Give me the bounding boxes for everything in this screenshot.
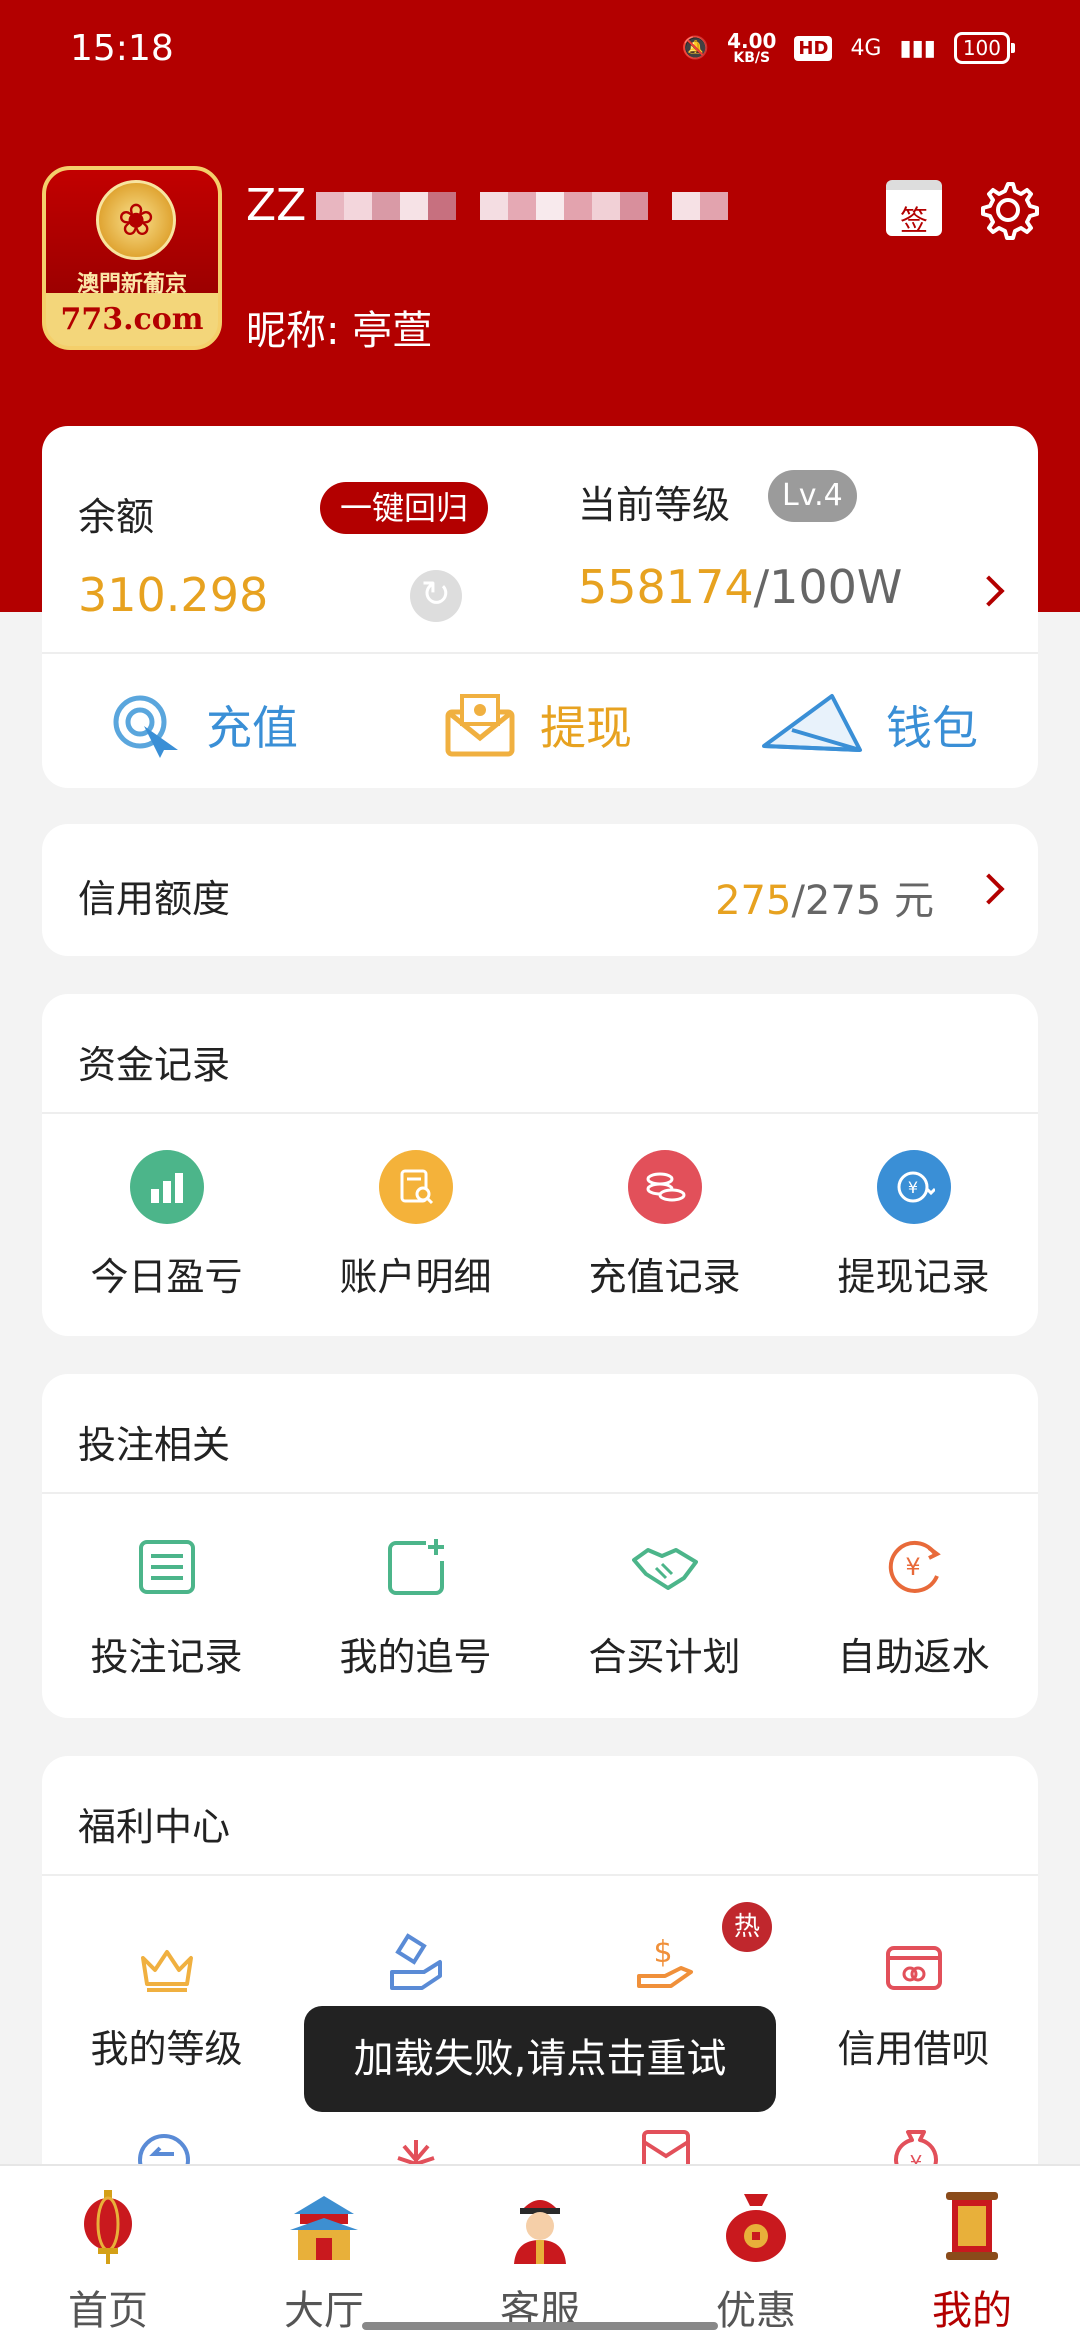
document-search-icon <box>378 1150 453 1224</box>
my-chase-item[interactable]: 我的追号 <box>291 1530 540 1681</box>
refresh-icon[interactable] <box>410 570 462 622</box>
lantern-icon <box>84 2190 132 2264</box>
coins-icon <box>627 1150 702 1224</box>
recharge-record-item[interactable]: 充值记录 <box>540 1150 789 1301</box>
add-square-icon <box>379 1530 453 1604</box>
home-indicator[interactable] <box>362 2322 718 2330</box>
logo-emblem-icon <box>96 180 176 260</box>
bet-record-item[interactable]: 投注记录 <box>42 1530 291 1681</box>
my-level-item[interactable]: 我的等级 <box>42 1938 291 2073</box>
nav-promotions[interactable]: 优惠 <box>648 2166 864 2340</box>
account-detail-item[interactable]: 账户明细 <box>291 1150 540 1301</box>
mute-bell-icon: 🔕 <box>681 35 710 61</box>
logo-domain: 773.com <box>60 302 204 337</box>
wallet-paper-plane-icon <box>762 694 862 752</box>
load-failed-toast[interactable]: 加载失败,请点击重试 <box>304 2006 776 2112</box>
credit-label: 信用额度 <box>78 877 231 921</box>
yen-exchange-icon: ¥ <box>876 1150 951 1224</box>
credit-loan-item[interactable]: 信用借呗 <box>789 1938 1038 2073</box>
level-badge: Lv.4 <box>768 470 857 522</box>
signal-bars-icon: ▮▮▮ <box>899 35 936 61</box>
recharge-icon <box>113 695 178 758</box>
withdraw-record-item[interactable]: ¥ 提现记录 <box>789 1150 1038 1301</box>
handshake-icon <box>628 1530 702 1604</box>
today-profit-item[interactable]: 今日盈亏 <box>42 1150 291 1301</box>
temple-icon <box>290 2196 358 2260</box>
nav-service[interactable]: 客服 <box>432 2166 648 2340</box>
sign-in-calendar-icon[interactable]: 签 <box>886 180 942 237</box>
balance-value: 310.298 <box>78 568 269 622</box>
bottom-nav: 首页 大厅 客服 优惠 我的 <box>0 2164 1080 2340</box>
section-title: 投注相关 <box>78 1423 231 1467</box>
self-rebate-item[interactable]: ¥ 自助返水 <box>789 1530 1038 1681</box>
credit-chevron-icon <box>973 873 1005 905</box>
status-icons: 🔕 4.00 KB/S HD 4G ▮▮▮ 100 <box>681 29 1016 66</box>
section-title: 福利中心 <box>78 1805 231 1849</box>
nav-mine[interactable]: 我的 <box>864 2166 1080 2340</box>
svg-text:$: $ <box>653 1935 672 1970</box>
battery-icon: 100 <box>953 32 1016 64</box>
settings-gear-icon[interactable] <box>976 178 1040 242</box>
signal-icon: 4G <box>850 35 882 61</box>
balance-card: 余额 一键回归 310.298 当前等级 Lv.4 558174/100W 充值… <box>42 426 1038 788</box>
svg-text:¥: ¥ <box>907 1178 917 1197</box>
section-title: 资金记录 <box>78 1043 231 1087</box>
nickname: 昵称: 亭萱 <box>246 308 433 354</box>
username-redacted <box>316 191 729 220</box>
balance-label: 余额 <box>78 495 155 539</box>
username: ZZ <box>246 180 729 231</box>
level-progress[interactable]: 558174/100W <box>578 560 902 614</box>
gift-hand-icon <box>379 1932 453 1992</box>
withdraw-envelope-icon <box>445 694 515 757</box>
credit-limit-row[interactable]: 信用额度 275/275 元 <box>42 824 1038 956</box>
app-logo[interactable]: 澳門新葡京 773.com <box>42 166 222 350</box>
nav-lobby[interactable]: 大厅 <box>216 2166 432 2340</box>
bar-chart-icon <box>129 1150 204 1224</box>
card-icon <box>877 1938 951 1998</box>
one-click-return-button[interactable]: 一键回归 <box>320 482 489 534</box>
hd-icon: HD <box>794 35 833 61</box>
welfare-item-2[interactable] <box>291 1932 540 1992</box>
fund-records-card: 资金记录 今日盈亏 账户明细 充值记录 ¥ 提现记录 <box>42 994 1038 1336</box>
status-time: 15:18 <box>70 27 174 69</box>
wallet-button[interactable]: 钱包 <box>760 688 978 762</box>
bet-related-card: 投注相关 投注记录 我的追号 合买计划 ¥ 自助返水 <box>42 1374 1038 1718</box>
level-chevron-icon[interactable] <box>973 575 1005 607</box>
recharge-button[interactable]: 充值 <box>108 688 298 762</box>
credit-value: 275/275 元 <box>715 878 934 924</box>
yen-refresh-icon: ¥ <box>877 1530 951 1604</box>
level-label: 当前等级 <box>578 483 731 527</box>
dollar-hand-icon: $ <box>628 1932 702 1992</box>
divider <box>42 652 1038 654</box>
scroll-icon <box>946 2192 998 2260</box>
customer-service-icon <box>514 2200 566 2264</box>
divider <box>42 1492 1038 1494</box>
list-icon <box>130 1530 204 1604</box>
logo-text: 澳門新葡京 <box>76 271 187 297</box>
withdraw-button[interactable]: 提现 <box>442 688 632 762</box>
hot-badge: 热 <box>722 1902 772 1952</box>
divider <box>42 1112 1038 1114</box>
network-speed: 4.00 KB/S <box>727 29 777 66</box>
svg-text:¥: ¥ <box>905 1553 920 1581</box>
divider <box>42 1874 1038 1876</box>
crown-icon <box>130 1938 204 1998</box>
group-buy-item[interactable]: 合买计划 <box>540 1530 789 1681</box>
status-bar: 15:18 🔕 4.00 KB/S HD 4G ▮▮▮ 100 <box>0 0 1080 96</box>
money-bag-icon <box>726 2194 786 2262</box>
nav-home[interactable]: 首页 <box>0 2166 216 2340</box>
